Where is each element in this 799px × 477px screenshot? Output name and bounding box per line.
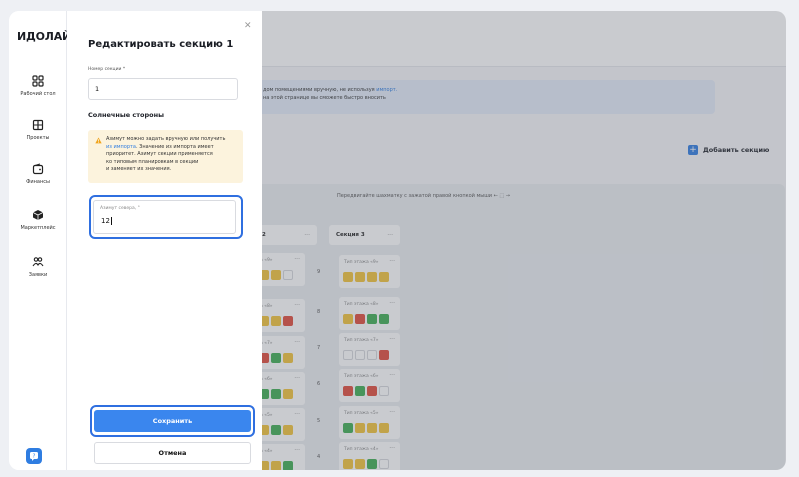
help-chat-button[interactable]: ? bbox=[26, 448, 42, 464]
section-number-input[interactable]: 1 bbox=[88, 78, 238, 100]
import-link[interactable]: из импорта bbox=[106, 144, 136, 150]
dashboard-icon bbox=[32, 75, 44, 87]
section-number-label: Номер секции * bbox=[88, 67, 126, 72]
azimuth-label: Азимут севера, ° bbox=[100, 206, 140, 211]
sidebar-item-requests[interactable]: Заявки bbox=[9, 256, 67, 278]
sidebar-item-projects[interactable]: Проекты bbox=[9, 119, 67, 141]
sidebar-item-label: Финансы bbox=[26, 179, 50, 185]
sidebar-item-marketplace[interactable]: Маркетплейс bbox=[9, 209, 67, 231]
close-icon[interactable]: ✕ bbox=[244, 21, 252, 31]
cube-icon bbox=[32, 210, 44, 220]
modal-title: Редактировать секцию 1 bbox=[88, 39, 234, 50]
edit-section-modal: ✕ Редактировать секцию 1 Номер секции * … bbox=[67, 11, 262, 470]
sidebar-item-label: Маркетплейс bbox=[20, 225, 56, 231]
azimuth-input[interactable]: Азимут севера, ° 12 bbox=[93, 200, 236, 234]
people-icon bbox=[32, 257, 44, 267]
sidebar-item-label: Проекты bbox=[26, 135, 50, 141]
cancel-button[interactable]: Отмена bbox=[94, 442, 251, 464]
save-button[interactable]: Сохранить bbox=[94, 410, 251, 432]
sidebar: ИДОЛАЙТ Рабочий стол Проекты Финансы Мар… bbox=[9, 11, 79, 470]
sidebar-item-finance[interactable]: Финансы bbox=[9, 163, 67, 185]
building-icon bbox=[32, 119, 44, 131]
app-frame: ИДОЛАЙТ Рабочий стол Проекты Финансы Мар… bbox=[9, 11, 786, 470]
warning-icon bbox=[95, 137, 102, 144]
sidebar-item-label: Рабочий стол bbox=[20, 91, 56, 97]
sun-sides-heading: Солнечные стороны bbox=[88, 111, 164, 119]
sidebar-item-label: Заявки bbox=[28, 272, 48, 278]
svg-text:?: ? bbox=[33, 454, 36, 460]
text-caret bbox=[110, 217, 112, 225]
chat-help-icon: ? bbox=[30, 452, 38, 461]
sidebar-item-dashboard[interactable]: Рабочий стол bbox=[9, 75, 67, 97]
wallet-icon bbox=[32, 163, 44, 175]
azimuth-warning: Азимут можно задать вручную или получить… bbox=[88, 130, 243, 183]
